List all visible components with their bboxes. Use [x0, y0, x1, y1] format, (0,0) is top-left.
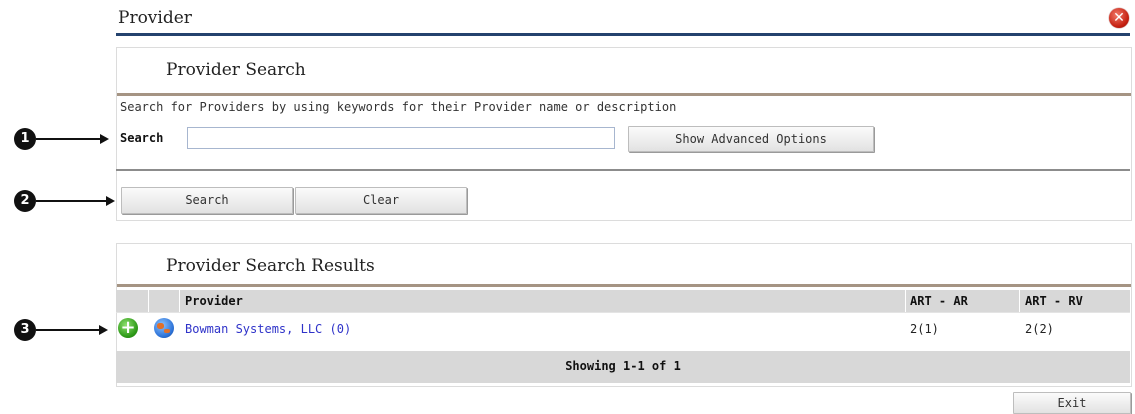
search-panel-rule [117, 93, 1131, 96]
globe-icon[interactable] [154, 318, 174, 338]
art-ar-cell: 2(1) [910, 322, 939, 336]
add-icon[interactable]: + [118, 318, 138, 338]
arrow-head-icon [99, 325, 108, 335]
column-separator [148, 290, 149, 342]
callout-arrow-2 [36, 200, 106, 202]
results-panel-rule [117, 284, 1131, 287]
results-panel-title: Provider Search Results [166, 256, 375, 276]
title-divider [116, 33, 1130, 36]
art-rv-cell: 2(2) [1025, 322, 1054, 336]
window-title: Provider [118, 8, 192, 28]
callout-arrow-1 [36, 138, 100, 140]
arrow-head-icon [100, 134, 109, 144]
column-header-provider[interactable]: Provider [185, 294, 243, 308]
provider-link[interactable]: Bowman Systems, LLC (0) [185, 322, 351, 336]
results-count: Showing 1-1 of 1 [565, 359, 681, 373]
close-icon[interactable]: ✕ [1109, 8, 1129, 28]
column-separator [179, 290, 180, 342]
callout-arrow-3 [36, 329, 99, 331]
callout-marker-3: 3 [14, 319, 36, 341]
results-header-row [116, 290, 1130, 312]
search-divider [116, 169, 1130, 171]
arrow-head-icon [106, 196, 115, 206]
search-description: Search for Providers by using keywords f… [120, 100, 677, 114]
column-header-art-ar[interactable]: ART - AR [910, 294, 968, 308]
search-button[interactable]: Search [121, 187, 293, 214]
search-label: Search [120, 131, 164, 145]
clear-button[interactable]: Clear [295, 187, 467, 214]
search-panel-title: Provider Search [166, 60, 306, 80]
column-separator [905, 290, 906, 342]
callout-marker-2: 2 [14, 190, 36, 212]
column-separator [1019, 290, 1020, 342]
column-header-art-rv[interactable]: ART - RV [1025, 294, 1083, 308]
callout-marker-1: 1 [14, 128, 36, 150]
show-advanced-options-button[interactable]: Show Advanced Options [628, 126, 874, 152]
search-input[interactable] [187, 127, 615, 149]
row-separator [116, 312, 1130, 313]
